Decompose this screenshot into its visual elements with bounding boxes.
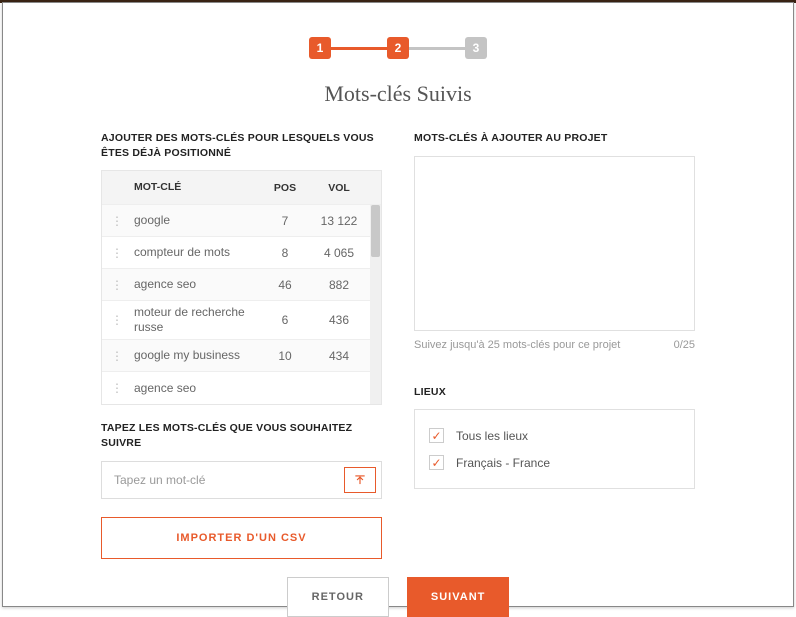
- cell-pos: 10: [261, 349, 309, 363]
- footer-actions: RETOUR SUIVANT: [3, 577, 793, 617]
- lieu-item[interactable]: ✓ Tous les lieux: [429, 422, 680, 449]
- keyword-input[interactable]: [102, 462, 339, 498]
- drag-handle-icon[interactable]: ⋮: [102, 313, 132, 327]
- keyword-counter: 0/25: [674, 339, 695, 351]
- th-keyword[interactable]: MOT-CLÉ: [132, 177, 261, 198]
- lieux-label: LIEUX: [414, 385, 695, 400]
- cell-pos: 8: [261, 246, 309, 260]
- keyword-input-row: [101, 461, 382, 499]
- submit-keyword-icon[interactable]: [344, 467, 376, 493]
- th-vol[interactable]: VOL: [309, 182, 369, 194]
- next-button[interactable]: SUIVANT: [407, 577, 509, 617]
- table-row[interactable]: ⋮ moteur de recherche russe 6 436: [102, 301, 381, 340]
- step-1[interactable]: 1: [309, 37, 331, 59]
- back-button[interactable]: RETOUR: [287, 577, 389, 617]
- cell-vol: 434: [309, 349, 369, 363]
- cell-keyword: compteur de mots: [132, 241, 261, 264]
- keyword-table: MOT-CLÉ POS VOL ⋮ google 7 13 122 ⋮ comp…: [101, 170, 382, 405]
- drag-handle-icon[interactable]: ⋮: [102, 246, 132, 260]
- lieu-label: Français - France: [456, 456, 550, 470]
- cell-vol: 4 065: [309, 246, 369, 260]
- th-pos[interactable]: POS: [261, 182, 309, 194]
- table-row[interactable]: ⋮ google 7 13 122: [102, 205, 381, 237]
- cell-vol: 882: [309, 278, 369, 292]
- cell-keyword: agence seo: [132, 273, 261, 296]
- cell-pos: 7: [261, 214, 309, 228]
- cell-keyword: google: [132, 209, 261, 232]
- step-2[interactable]: 2: [387, 37, 409, 59]
- cell-vol: 436: [309, 313, 369, 327]
- page-title: Mots-clés Suivis: [3, 81, 793, 107]
- type-keywords-label: TAPEZ LES MOTS-CLÉS QUE VOUS SOUHAITEZ S…: [101, 421, 382, 450]
- lieux-box: ✓ Tous les lieux ✓ Français - France: [414, 409, 695, 489]
- helper-text: Suivez jusqu'à 25 mots-clés pour ce proj…: [414, 339, 620, 351]
- drag-handle-icon[interactable]: ⋮: [102, 381, 132, 395]
- checkbox-icon[interactable]: ✓: [429, 455, 444, 470]
- connector-2-3: [409, 47, 465, 50]
- cell-vol: 13 122: [309, 214, 369, 228]
- table-scrollbar[interactable]: [370, 205, 381, 404]
- add-to-project-label: MOTS-CLÉS À AJOUTER AU PROJET: [414, 131, 695, 146]
- checkbox-icon[interactable]: ✓: [429, 428, 444, 443]
- cell-keyword: google my business: [132, 344, 261, 367]
- lieu-label: Tous les lieux: [456, 429, 528, 443]
- cell-pos: 46: [261, 278, 309, 292]
- table-row[interactable]: ⋮ google my business 10 434: [102, 340, 381, 372]
- project-keywords-box[interactable]: [414, 156, 695, 331]
- cell-pos: 6: [261, 313, 309, 327]
- scrollbar-thumb[interactable]: [371, 205, 380, 257]
- drag-handle-icon[interactable]: ⋮: [102, 349, 132, 363]
- add-ranked-label: AJOUTER DES MOTS-CLÉS POUR LESQUELS VOUS…: [101, 131, 382, 160]
- modal-frame: 1 2 3 Mots-clés Suivis AJOUTER DES MOTS-…: [2, 2, 794, 607]
- table-row[interactable]: ⋮ agence seo 46 882: [102, 269, 381, 301]
- import-csv-button[interactable]: IMPORTER D'UN CSV: [101, 517, 382, 559]
- lieu-item[interactable]: ✓ Français - France: [429, 449, 680, 476]
- cell-keyword: agence seo: [132, 377, 261, 400]
- stepper: 1 2 3: [3, 37, 793, 59]
- drag-handle-icon[interactable]: ⋮: [102, 214, 132, 228]
- table-row[interactable]: ⋮ compteur de mots 8 4 065: [102, 237, 381, 269]
- step-3[interactable]: 3: [465, 37, 487, 59]
- connector-1-2: [331, 47, 387, 50]
- drag-handle-icon[interactable]: ⋮: [102, 278, 132, 292]
- table-row[interactable]: ⋮ agence seo: [102, 372, 381, 404]
- table-header: MOT-CLÉ POS VOL: [102, 171, 381, 205]
- cell-keyword: moteur de recherche russe: [132, 301, 261, 339]
